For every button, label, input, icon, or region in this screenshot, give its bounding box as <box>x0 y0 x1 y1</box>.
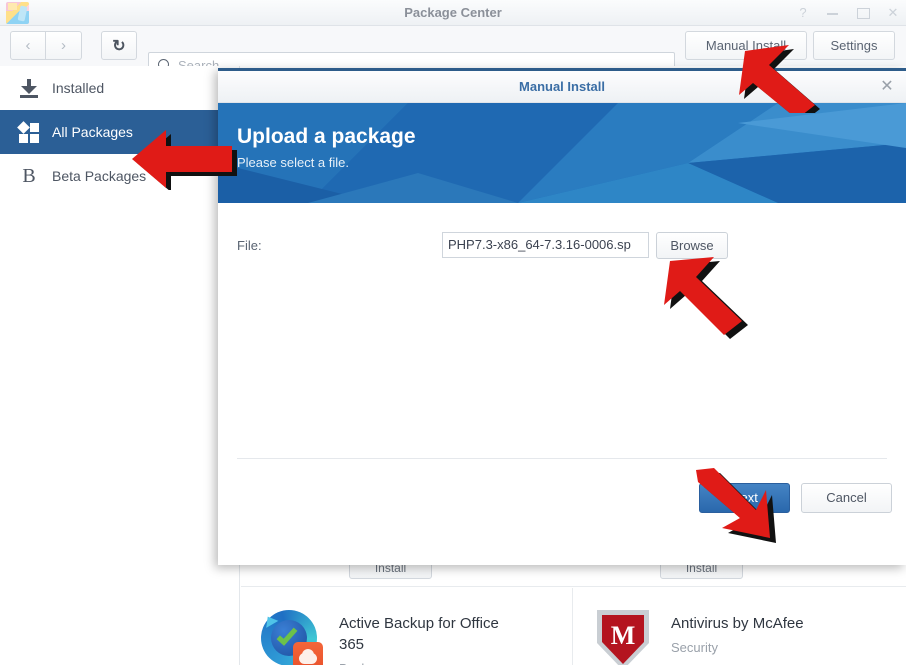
sidebar-item-all-packages[interactable]: All Packages <box>0 110 239 154</box>
beta-b-icon: B <box>22 165 36 187</box>
refresh-icon: ↻ <box>112 37 126 55</box>
download-tray-icon <box>18 77 40 99</box>
maximize-button[interactable] <box>856 6 870 20</box>
dialog-titlebar: Manual Install ✕ <box>218 71 906 103</box>
manual-install-button[interactable]: Manual Install <box>685 31 807 60</box>
dialog-subheading: Please select a file. <box>237 155 350 170</box>
sidebar-item-beta-packages[interactable]: B Beta Packages <box>0 154 239 198</box>
package-name: Active Backup for Office 365 <box>339 615 499 653</box>
package-category: Security <box>671 640 718 655</box>
sidebar-item-label: All Packages <box>52 124 133 140</box>
dialog-divider <box>237 458 887 459</box>
package-card[interactable]: M Antivirus by McAfee Security <box>573 588 905 665</box>
manual-install-dialog: Manual Install ✕ Upload a package Please… <box>218 68 906 565</box>
sidebar-item-installed[interactable]: Installed <box>0 66 239 110</box>
window-controls: ? ✕ <box>796 0 900 26</box>
refresh-button[interactable]: ↻ <box>101 31 137 60</box>
dialog-heading: Upload a package <box>237 125 416 148</box>
sidebar-item-label: Installed <box>52 80 105 96</box>
chevron-left-icon: ‹ <box>25 37 31 54</box>
dialog-close-icon[interactable]: ✕ <box>878 78 896 96</box>
sidebar-item-label: Beta Packages <box>52 168 147 184</box>
toolbar: ‹ › ↻ Search Manual Install Settings <box>0 26 906 79</box>
file-row: File: PHP7.3-x86_64-7.3.16-0006.sp Brows… <box>237 231 887 259</box>
package-center-window: Package Center ? ✕ ‹ › ↻ Search Manual I… <box>0 0 906 665</box>
close-button[interactable]: ✕ <box>886 6 900 20</box>
package-card[interactable]: Active Backup for Office 365 Backup <box>241 588 573 665</box>
chevron-right-icon: › <box>61 37 66 54</box>
file-path-input[interactable]: PHP7.3-x86_64-7.3.16-0006.sp <box>442 232 649 258</box>
help-button[interactable]: ? <box>796 6 810 20</box>
dialog-title: Manual Install <box>519 79 605 94</box>
window-title: Package Center <box>404 5 502 20</box>
packages-grid-icon <box>17 121 40 143</box>
package-name: Antivirus by McAfee <box>671 615 804 632</box>
dialog-body: File: PHP7.3-x86_64-7.3.16-0006.sp Brows… <box>218 203 906 525</box>
window-titlebar: Package Center ? ✕ <box>0 0 906 26</box>
browse-button[interactable]: Browse <box>656 231 728 259</box>
active-backup-office365-icon <box>261 610 323 665</box>
mcafee-shield-icon: M <box>593 610 653 665</box>
minimize-button[interactable] <box>826 6 840 20</box>
forward-button[interactable]: › <box>46 31 82 60</box>
next-button[interactable]: Next <box>699 483 790 513</box>
dialog-footer: Next Cancel <box>699 483 892 513</box>
settings-button[interactable]: Settings <box>813 31 895 60</box>
sidebar: Installed All Packages B Beta Packages <box>0 66 240 665</box>
back-button[interactable]: ‹ <box>10 31 46 60</box>
dialog-banner: Upload a package Please select a file. <box>218 103 906 203</box>
low-poly-background <box>218 103 906 203</box>
file-label: File: <box>237 237 262 253</box>
cancel-button[interactable]: Cancel <box>801 483 892 513</box>
package-category: Backup <box>339 661 524 665</box>
